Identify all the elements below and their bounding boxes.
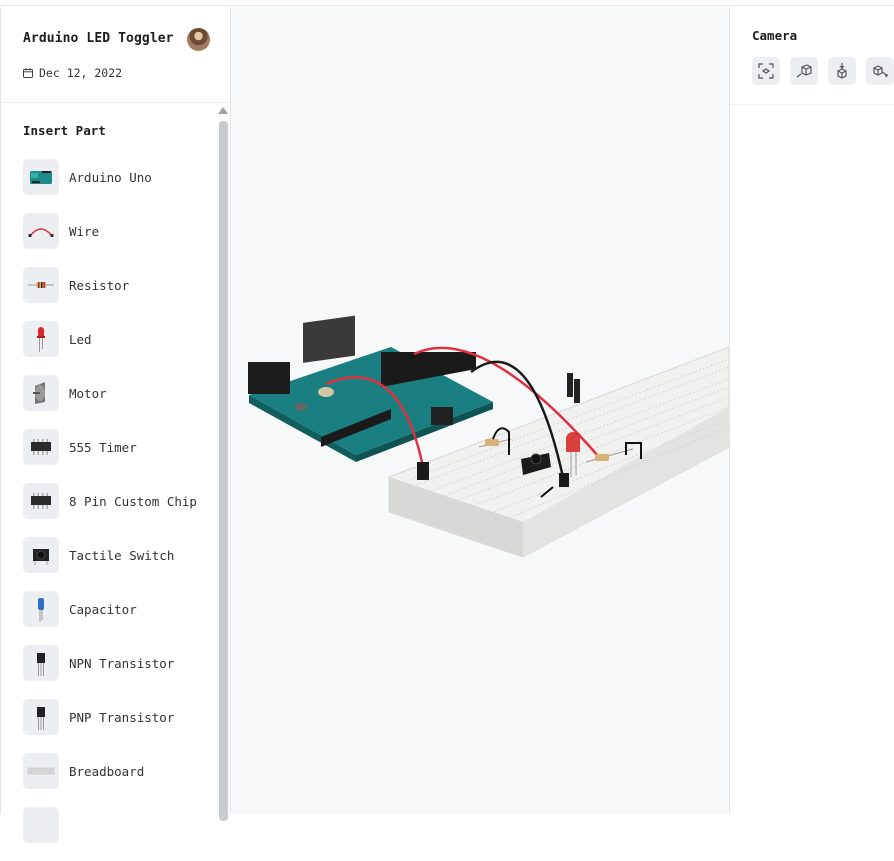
wire-plug <box>417 462 429 480</box>
part-555-timer[interactable]: 555 Timer <box>23 429 213 465</box>
part-npn-transistor[interactable]: NPN Transistor <box>23 645 213 681</box>
camera-fit-button[interactable] <box>752 57 780 85</box>
part-breadboard[interactable]: Breadboard <box>23 753 213 789</box>
project-date: Dec 12, 2022 <box>23 66 122 80</box>
part-wire[interactable]: Wire <box>23 213 213 249</box>
scroll-up-arrow[interactable] <box>218 107 228 114</box>
part-motor[interactable]: Motor <box>23 375 213 411</box>
tactile-switch-icon <box>23 537 59 573</box>
scrollbar-thumb[interactable] <box>219 121 228 821</box>
camera-fit-icon <box>758 63 774 79</box>
ic-chip-icon <box>23 483 59 519</box>
camera-top-icon <box>837 63 847 79</box>
calendar-icon <box>23 68 33 78</box>
camera-side-icon <box>873 65 888 77</box>
divider <box>1 102 230 103</box>
part-label: PNP Transistor <box>69 709 175 725</box>
parts-sidebar: Arduino LED Toggler Dec 12, 2022 Insert … <box>0 7 231 843</box>
circuit-scene <box>248 315 730 558</box>
part-tactile-switch[interactable]: Tactile Switch <box>23 537 213 573</box>
part-led[interactable]: Led <box>23 321 213 357</box>
part-pnp-transistor[interactable]: PNP Transistor <box>23 699 213 735</box>
wire-icon <box>23 213 59 249</box>
top-border <box>0 0 894 6</box>
part-arduino-uno[interactable]: Arduino Uno <box>23 159 213 195</box>
camera-top-button[interactable] <box>828 57 856 85</box>
part-capacitor[interactable]: Capacitor <box>23 591 213 627</box>
wire-plug <box>559 473 569 487</box>
camera-iso-button[interactable] <box>790 57 818 85</box>
part-label: Motor <box>69 385 107 401</box>
motor-icon <box>23 375 59 411</box>
part-label: Wire <box>69 223 100 239</box>
avatar[interactable] <box>187 28 210 51</box>
part-label: Capacitor <box>69 601 137 617</box>
part-label: Tactile Switch <box>69 547 175 563</box>
insert-part-title: Insert Part <box>23 123 106 138</box>
transistor-icon <box>23 699 59 735</box>
ic-chip-icon <box>23 429 59 465</box>
project-title: Arduino LED Toggler <box>23 31 174 46</box>
part-label: Breadboard <box>69 763 145 779</box>
led-icon <box>23 321 59 357</box>
divider <box>730 104 894 105</box>
capacitor-icon <box>23 591 59 627</box>
arduino-uno-board[interactable] <box>248 315 493 462</box>
resistor-icon <box>23 267 59 303</box>
part-label: NPN Transistor <box>69 655 175 671</box>
transistor-icon <box>23 645 59 681</box>
part-thumb-icon <box>23 807 59 843</box>
arduino-uno-icon <box>23 159 59 195</box>
part-label: Resistor <box>69 277 130 293</box>
camera-controls <box>752 57 894 85</box>
part-label: 8 Pin Custom Chip <box>69 493 197 509</box>
camera-title: Camera <box>752 28 798 43</box>
part-label: Arduino Uno <box>69 169 152 185</box>
circuit-canvas[interactable] <box>231 7 730 814</box>
breadboard-icon <box>23 753 59 789</box>
part-resistor[interactable]: Resistor <box>23 267 213 303</box>
part-partial[interactable] <box>23 807 213 843</box>
camera-side-button[interactable] <box>866 57 894 85</box>
camera-panel: Camera <box>729 7 894 814</box>
date-text: Dec 12, 2022 <box>39 66 123 80</box>
camera-iso-icon <box>796 64 812 78</box>
part-8-pin-custom-chip[interactable]: 8 Pin Custom Chip <box>23 483 213 519</box>
part-label: Led <box>69 331 92 347</box>
part-label: 555 Timer <box>69 439 137 455</box>
parts-list: Arduino Uno Wire Resistor Led Motor 555 … <box>23 159 213 861</box>
